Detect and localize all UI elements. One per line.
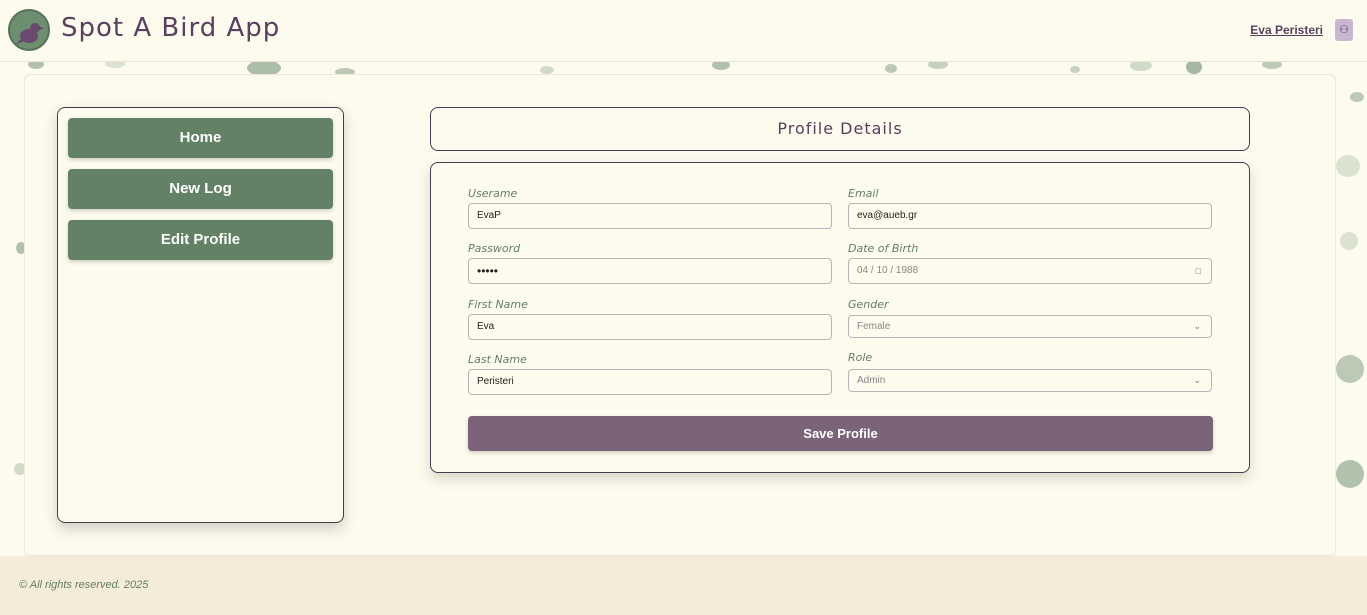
sidebar-item-edit-profile[interactable]: Edit Profile [68,220,333,260]
username-input[interactable]: EvaP [468,203,832,229]
decorative-blob [1340,232,1358,250]
profile-form: Userame EvaP Email eva@aueb.gr Password … [430,162,1250,473]
dob-value: 04 / 10 / 1988 [857,265,919,276]
user-profile-link[interactable]: Eva Peristeri [1250,23,1323,37]
dob-input[interactable]: 04 / 10 / 1988 □ [848,258,1212,284]
role-value: Admin [857,375,886,386]
sidebar-item-home[interactable]: Home [68,118,333,158]
chevron-down-icon: ⌄ [1193,321,1201,331]
first-name-input[interactable]: Eva [468,314,832,340]
gender-select[interactable]: Female ⌄ [848,315,1212,338]
app-title: Spot A Bird App [61,13,281,43]
last-name-label: Last Name [468,353,527,366]
chevron-down-icon: ⌄ [1193,375,1201,385]
password-label: Password [468,242,521,255]
role-select[interactable]: Admin ⌄ [848,369,1212,392]
first-name-label: First Name [468,298,528,311]
decorative-blob [1336,355,1364,383]
bird-logo-icon[interactable] [8,9,50,51]
decorative-blob [540,66,554,74]
copyright-text: © All rights reserved. 2025 [19,579,149,591]
password-value: ••••• [477,264,499,278]
email-input[interactable]: eva@aueb.gr [848,203,1212,229]
decorative-blob [1070,66,1080,73]
username-label: Userame [468,187,518,200]
gender-value: Female [857,321,891,332]
first-name-value: Eva [477,321,495,332]
last-name-value: Peristeri [477,376,514,387]
user-icon[interactable]: ⚇ [1335,19,1353,41]
decorative-blob [1336,155,1360,177]
sidebar-item-new-log[interactable]: New Log [68,169,333,209]
calendar-icon[interactable]: □ [1196,259,1201,283]
page-title: Profile Details [777,119,903,138]
decorative-blob [1350,92,1364,102]
dob-label: Date of Birth [848,242,919,255]
save-profile-button[interactable]: Save Profile [468,416,1213,451]
app-header: Spot A Bird App Eva Peristeri ⚇ [0,0,1367,62]
email-label: Email [848,187,879,200]
username-value: EvaP [477,210,501,221]
decorative-blob [885,64,897,73]
gender-label: Gender [848,298,889,311]
role-label: Role [848,351,873,364]
email-value: eva@aueb.gr [857,210,918,221]
decorative-blob [1336,460,1364,488]
sidebar-nav: Home New Log Edit Profile [57,107,344,523]
last-name-input[interactable]: Peristeri [468,369,832,395]
password-input[interactable]: ••••• [468,258,832,284]
profile-details-header: Profile Details [430,107,1250,151]
page-footer: © All rights reserved. 2025 [0,556,1367,615]
decorative-blob [1186,60,1202,74]
